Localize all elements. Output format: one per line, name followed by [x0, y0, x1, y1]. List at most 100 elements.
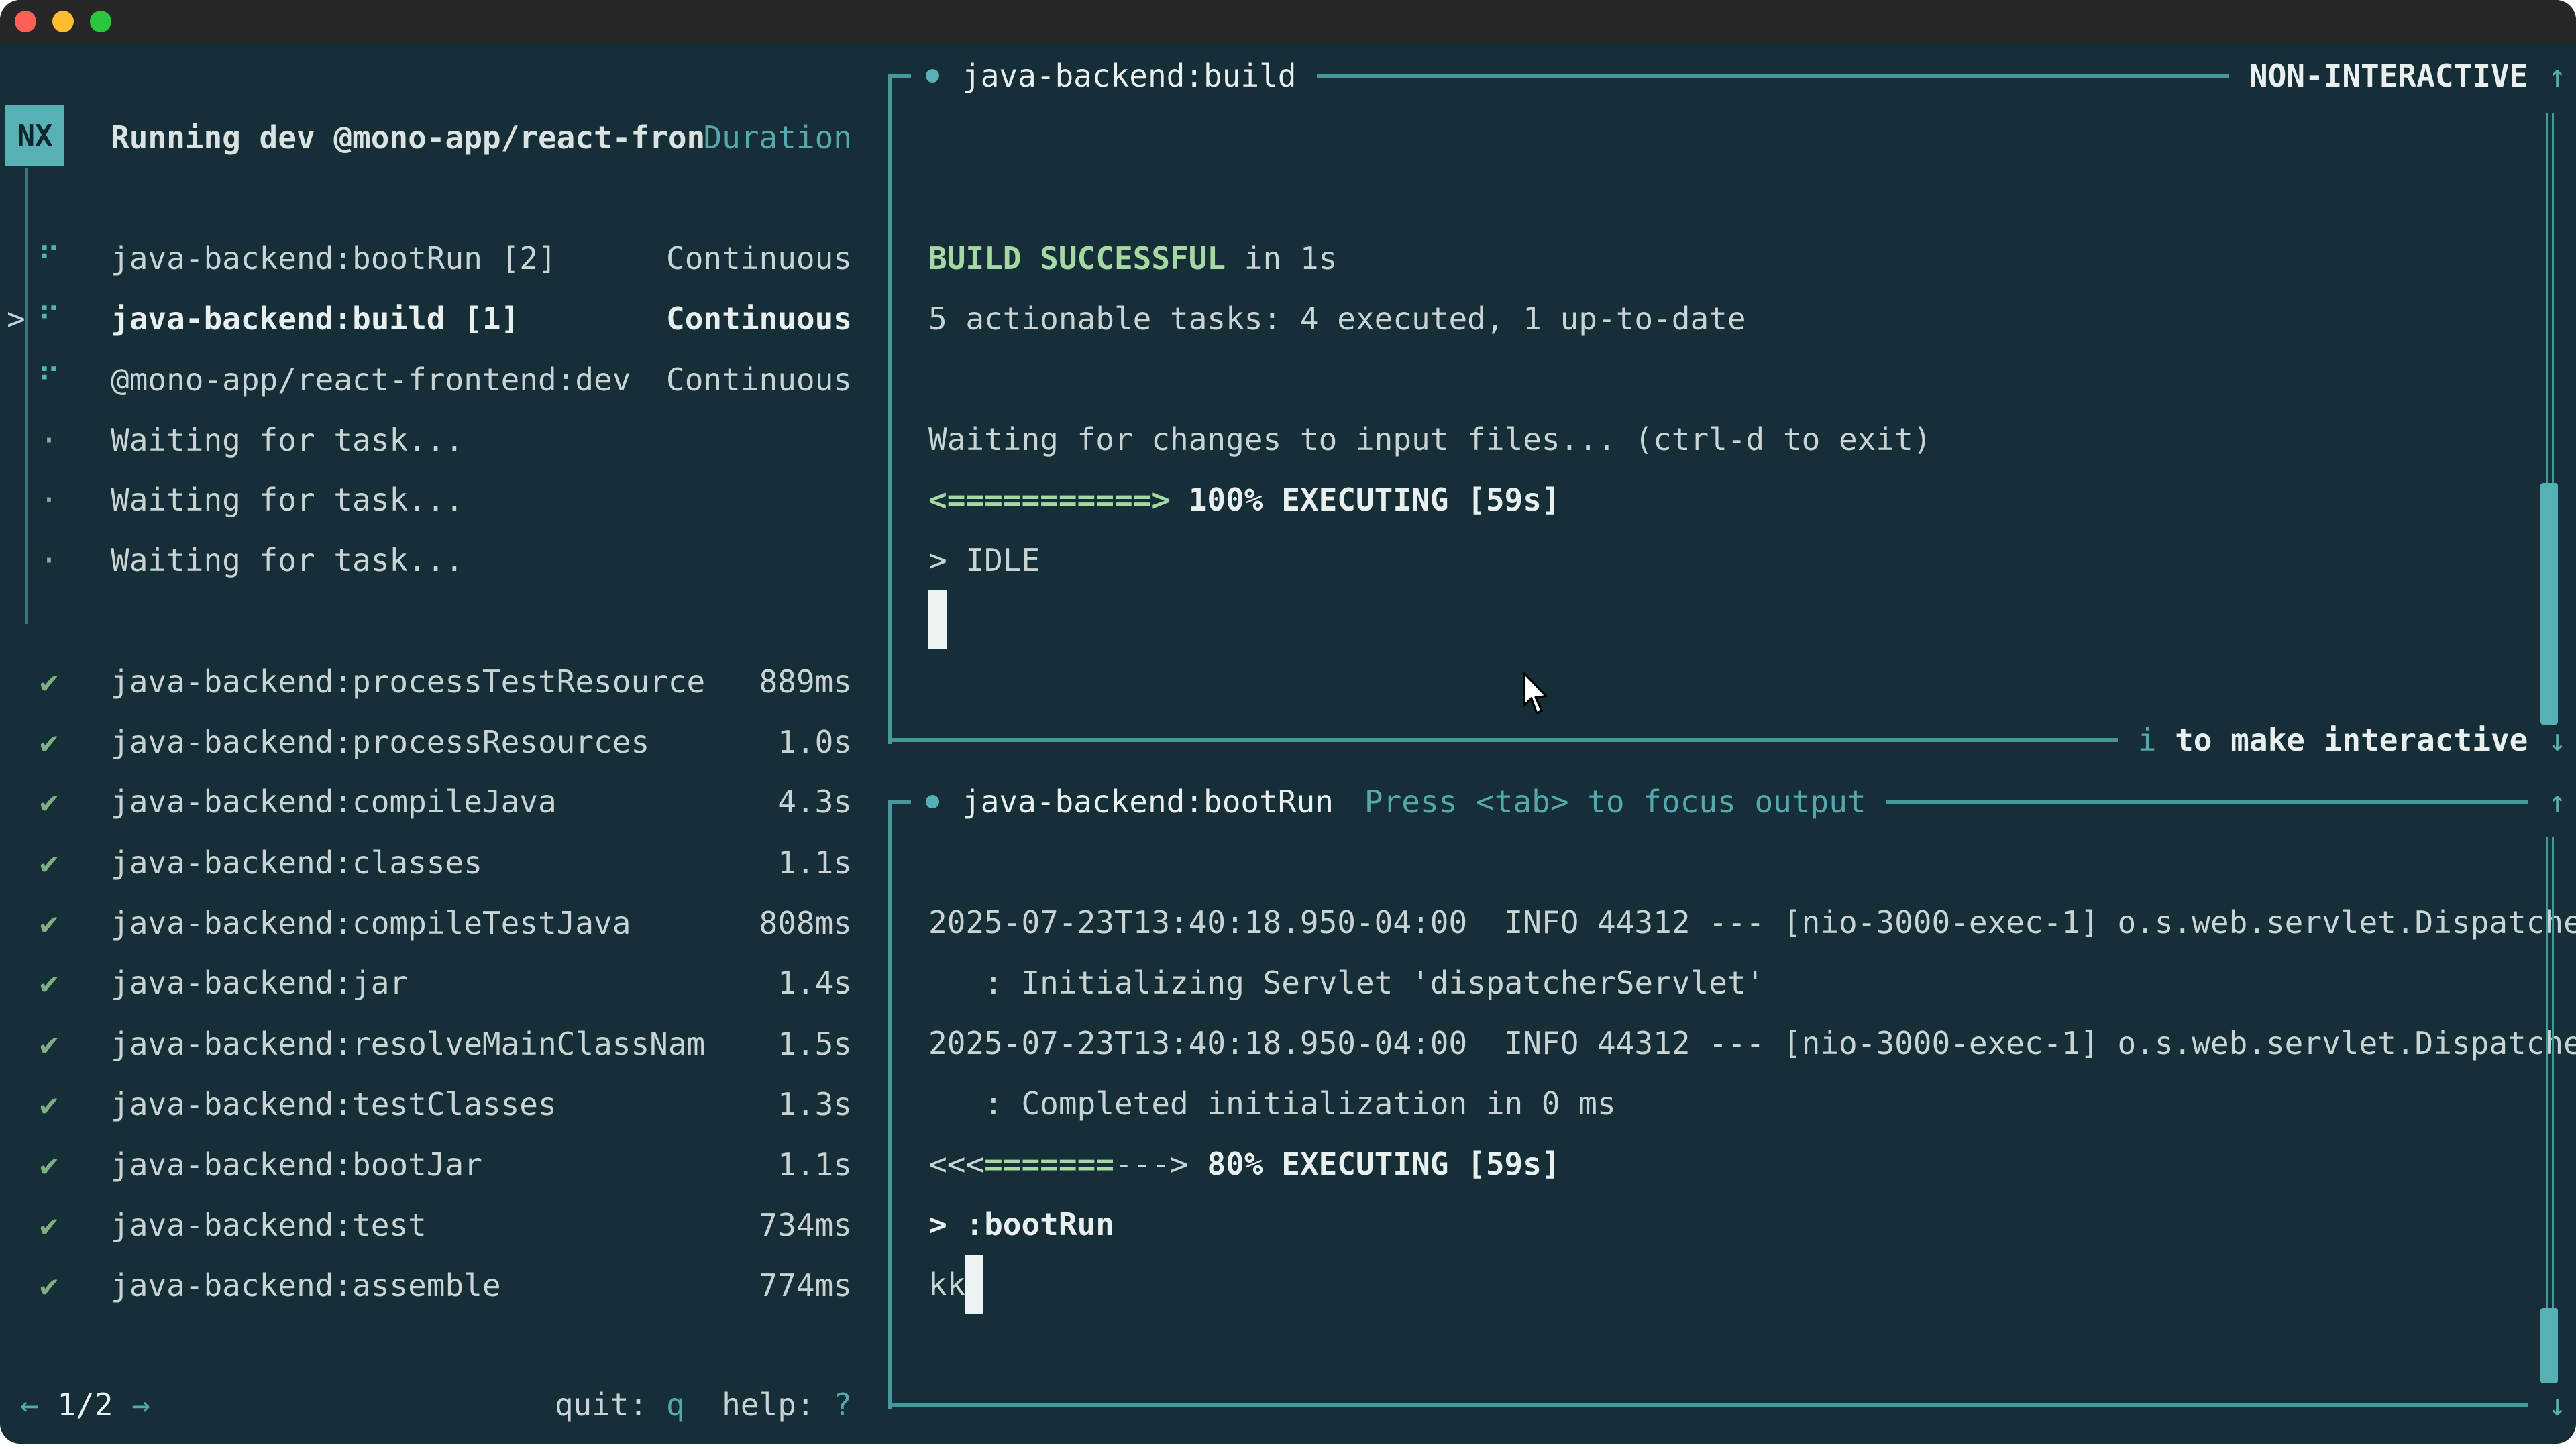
title-rule-line: [1886, 800, 2528, 804]
scroll-up-icon[interactable]: ↑: [2548, 784, 2567, 820]
task-status: Continuous: [666, 362, 852, 398]
completed-task-row[interactable]: ✔ java-backend:jar 1.4s: [0, 952, 892, 1014]
check-icon: ✔: [34, 845, 64, 881]
task-row-build-selected[interactable]: > ⠋ java-backend:build [1] Continuous: [0, 288, 892, 350]
waiting-dot-icon: ·: [34, 482, 64, 518]
page-next-icon[interactable]: →: [131, 1387, 150, 1423]
task-duration: 1.1s: [777, 1146, 852, 1183]
task-row-waiting-2[interactable]: · Waiting for task...: [0, 469, 892, 531]
help-label: help:: [722, 1387, 814, 1423]
task-label: @mono-app/react-frontend:dev: [111, 362, 631, 398]
completed-task-row[interactable]: ✔ java-backend:testClasses 1.3s: [0, 1073, 892, 1135]
spinner-icon: ⠋: [34, 240, 64, 276]
progress-bar-fill: =======: [984, 1146, 1114, 1182]
mode-badge: NON-INTERACTIVE: [2249, 58, 2528, 94]
zoom-button[interactable]: [90, 11, 111, 32]
completed-task-row[interactable]: ✔ java-backend:compileTestJava 808ms: [0, 892, 892, 954]
completed-task-row[interactable]: ✔ java-backend:test 734ms: [0, 1194, 892, 1256]
task-duration: 808ms: [759, 905, 852, 941]
bottom-rule-line: [888, 1403, 2528, 1407]
task-status-dot-icon: [926, 69, 939, 83]
progress-label: 100% EXECUTING [59s]: [1170, 482, 1560, 518]
log-line: 2025-07-23T13:40:18.950-04:00 INFO 44312…: [928, 892, 2576, 953]
completed-task-row[interactable]: ✔ java-backend:processTestResource 889ms: [0, 651, 892, 712]
task-row-bootrun[interactable]: ⠋ java-backend:bootRun [2] Continuous: [0, 227, 892, 289]
task-label: java-backend:compileTestJava: [111, 905, 631, 941]
check-icon: ✔: [34, 784, 64, 820]
task-duration: 1.0s: [777, 724, 852, 760]
completed-task-row[interactable]: ✔ java-backend:compileJava 4.3s: [0, 771, 892, 833]
top-panel-scrollbar-track[interactable]: [2546, 113, 2554, 483]
completed-task-row[interactable]: ✔ java-backend:processResources 1.0s: [0, 711, 892, 773]
check-icon: ✔: [34, 1207, 64, 1243]
waiting-dot-icon: ·: [34, 422, 64, 458]
mouse-cursor-icon: [1520, 671, 1551, 715]
completed-task-row[interactable]: ✔ java-backend:resolveMainClassNam 1.5s: [0, 1013, 892, 1075]
task-duration: 774ms: [759, 1267, 852, 1303]
completed-task-row[interactable]: ✔ java-backend:assemble 774ms: [0, 1254, 892, 1316]
task-row-waiting-1[interactable]: · Waiting for task...: [0, 409, 892, 471]
pager: ← 1/2 →: [20, 1387, 150, 1423]
task-row-frontend-dev[interactable]: ⠋ @mono-app/react-frontend:dev Continuou…: [0, 349, 892, 411]
stdin-input-text: kk: [928, 1267, 965, 1303]
sidebar-footer: ← 1/2 → quit: q help: ?: [0, 1374, 892, 1436]
stdin-input-line[interactable]: kk: [928, 1254, 983, 1316]
check-icon: ✔: [34, 905, 64, 941]
interactive-hint-key: i: [2138, 722, 2157, 758]
top-panel-bottom-border: i to make interactive ↓: [888, 709, 2576, 771]
completed-task-row[interactable]: ✔ java-backend:classes 1.1s: [0, 832, 892, 894]
titlebar: [0, 0, 2576, 43]
task-duration: 4.3s: [777, 784, 852, 820]
top-panel-border: [888, 74, 911, 744]
page-prev-icon[interactable]: ←: [20, 1387, 39, 1423]
sidebar-header: Running dev @mono-app/react-fron Duratio…: [0, 107, 892, 168]
progress-label: 80% EXECUTING [59s]: [1189, 1146, 1560, 1182]
idle-status-line: > IDLE: [928, 529, 1040, 591]
task-duration: 1.1s: [777, 845, 852, 881]
scroll-up-icon[interactable]: ↑: [2548, 58, 2567, 94]
minimize-button[interactable]: [52, 11, 74, 32]
check-icon: ✔: [34, 965, 64, 1001]
task-label: java-backend:processResources: [111, 724, 649, 760]
check-icon: ✔: [34, 1086, 64, 1122]
completed-task-row[interactable]: ✔ java-backend:bootJar 1.1s: [0, 1134, 892, 1195]
bottom-panel-scrollbar-thumb[interactable]: [2540, 1308, 2558, 1383]
check-icon: ✔: [34, 1267, 64, 1303]
task-label: java-backend:test: [111, 1207, 427, 1243]
task-label: java-backend:assemble: [111, 1267, 501, 1303]
task-label: java-backend:jar: [111, 965, 408, 1001]
bootrun-prompt-line: > :bootRun: [928, 1193, 1114, 1255]
scroll-down-icon[interactable]: ↓: [2548, 722, 2567, 758]
build-successful-text: BUILD SUCCESSFUL: [928, 240, 1226, 276]
build-time-text: in 1s: [1226, 240, 1337, 276]
close-button[interactable]: [15, 11, 36, 32]
selection-caret-icon: >: [7, 301, 25, 337]
check-icon: ✔: [34, 663, 64, 700]
top-panel-scrollbar-thumb[interactable]: [2540, 483, 2558, 724]
key-hints: quit: q help: ?: [555, 1387, 852, 1423]
gradle-progress-line: <<<=======---> 80% EXECUTING [59s]: [928, 1133, 1560, 1195]
task-status-dot-icon: [926, 795, 939, 808]
spinner-icon: ⠋: [34, 362, 64, 398]
task-label: java-backend:bootJar: [111, 1146, 482, 1183]
bottom-panel-bottom-border: ↓: [888, 1374, 2576, 1436]
bottom-panel-title: java-backend:bootRun: [962, 784, 1334, 820]
scroll-down-icon[interactable]: ↓: [2548, 1387, 2567, 1423]
title-rule-line: [1317, 74, 2229, 78]
spinner-icon: ⠋: [34, 301, 64, 337]
focus-output-hint: Press <tab> to focus output: [1364, 784, 1866, 820]
terminal-window: NX Running dev @mono-app/react-fron Dura…: [0, 0, 2576, 1444]
log-line: : Completed initialization in 0 ms: [928, 1073, 1616, 1134]
task-label: Waiting for task...: [111, 422, 464, 458]
task-label: Waiting for task...: [111, 542, 464, 578]
task-row-waiting-3[interactable]: · Waiting for task...: [0, 529, 892, 591]
task-duration: 1.5s: [777, 1026, 852, 1062]
check-icon: ✔: [34, 1146, 64, 1183]
task-label: java-backend:build [1]: [111, 301, 519, 337]
help-key: ?: [833, 1387, 852, 1423]
task-duration: 1.3s: [777, 1086, 852, 1122]
bottom-rule-line: [888, 738, 2118, 742]
check-icon: ✔: [34, 724, 64, 760]
bottom-panel-scrollbar-track[interactable]: [2546, 837, 2554, 1308]
bottom-panel-titlebar: java-backend:bootRun Press <tab> to focu…: [888, 771, 2576, 833]
